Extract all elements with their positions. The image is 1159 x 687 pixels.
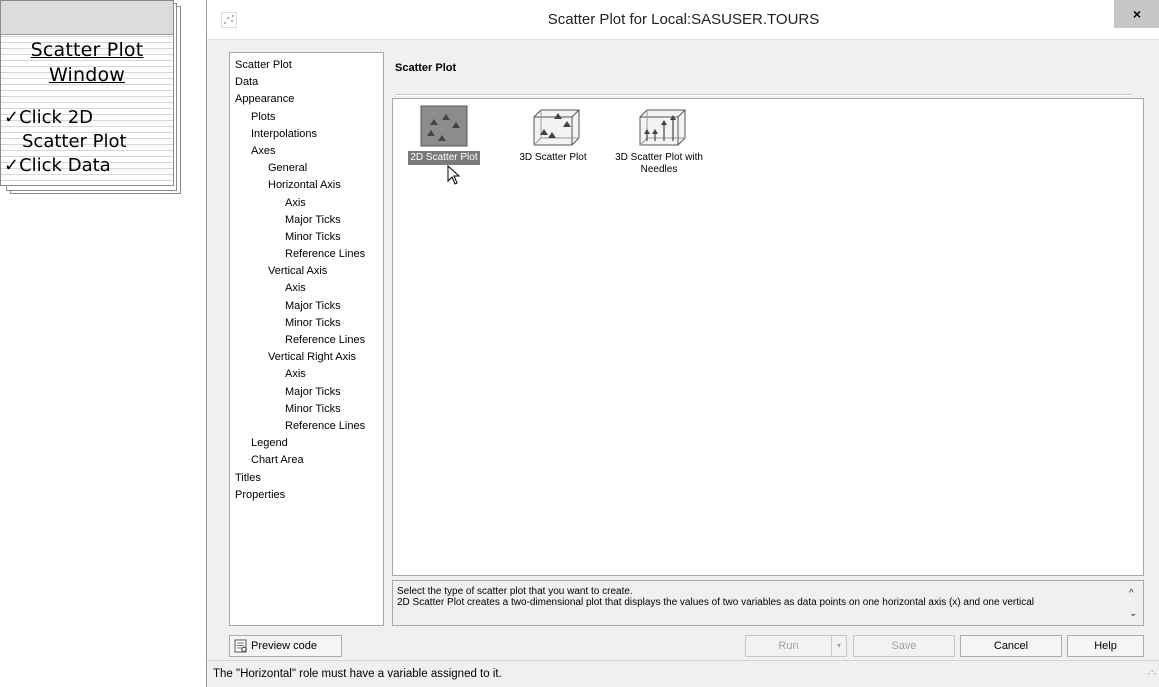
help-button[interactable]: Help (1067, 635, 1144, 657)
nav-item-titles[interactable]: Titles (230, 470, 383, 487)
nav-item-minor-ticks[interactable]: Minor Ticks (230, 401, 383, 418)
plot-type-gallery: 2D Scatter Plot 3D Scatter Plot 3D Scatt… (392, 98, 1144, 576)
scroll-down-icon[interactable]: ⌄ (1129, 608, 1137, 619)
nav-item-axis[interactable]: Axis (230, 366, 383, 383)
dialog-title: Scatter Plot for Local:SASUSER.TOURS (547, 11, 820, 28)
nav-item-properties[interactable]: Properties (230, 487, 383, 504)
nav-item-reference-lines[interactable]: Reference Lines (230, 332, 383, 349)
nav-item-legend[interactable]: Legend (230, 435, 383, 452)
nav-item-general[interactable]: General (230, 160, 383, 177)
nav-item-horizontal-axis[interactable]: Horizontal Axis (230, 177, 383, 194)
nav-item-minor-ticks[interactable]: Minor Ticks (230, 229, 383, 246)
navigation-tree[interactable]: Scatter Plot Data Appearance Plots Interpola… (229, 52, 384, 626)
note-step-1: ✓Click 2D (4, 106, 93, 130)
section-divider (395, 94, 1132, 96)
nav-item-axes[interactable]: Axes (230, 143, 383, 160)
note-step-text: Scatter Plot (22, 131, 127, 152)
note-title: Scatter Plot Window (0, 38, 174, 88)
nav-item-appearance[interactable]: Appearance (230, 91, 383, 108)
preview-code-label: Preview code (251, 640, 318, 652)
plot-type-label: 2D Scatter Plot (408, 151, 480, 165)
note-title-line1: Scatter Plot (30, 39, 144, 61)
section-title: Scatter Plot (395, 62, 457, 74)
status-bar: The "Horizontal" role must have a variab… (207, 660, 1159, 687)
note-step-text: Click 2D (19, 107, 94, 128)
note-step-2: ✓Click Data (4, 154, 111, 178)
resize-grip-icon[interactable]: ⠠⠢ (1144, 659, 1157, 685)
nav-item-reference-lines[interactable]: Reference Lines (230, 418, 383, 435)
save-button[interactable]: Save (853, 635, 955, 657)
nav-item-major-ticks[interactable]: Major Ticks (230, 212, 383, 229)
nav-item-plots[interactable]: Plots (230, 109, 383, 126)
nav-item-scatter-plot[interactable]: Scatter Plot (230, 57, 383, 74)
instruction-note: Scatter Plot Window ✓Click 2D Scatter Pl… (0, 0, 182, 196)
check-mark-icon: ✓ (4, 155, 20, 176)
nav-item-reference-lines[interactable]: Reference Lines (230, 246, 383, 263)
nav-item-data[interactable]: Data (230, 74, 383, 91)
nav-item-axis[interactable]: Axis (230, 195, 383, 212)
plot-type-label: 3D Scatter Plot (519, 152, 587, 163)
scatter-plot-dialog: Scatter Plot for Local:SASUSER.TOURS × S… (206, 0, 1159, 687)
plot-type-3d-scatter-needles[interactable]: 3D Scatter Plot with Needles (605, 105, 713, 177)
title-bar[interactable]: Scatter Plot for Local:SASUSER.TOURS × (207, 0, 1159, 40)
preview-code-button[interactable]: Preview code (229, 635, 342, 657)
check-mark-icon: ✓ (4, 107, 20, 128)
description-line-1: Select the type of scatter plot that you… (397, 586, 633, 597)
nav-item-interpolations[interactable]: Interpolations (230, 126, 383, 143)
run-dropdown-icon[interactable]: ▾ (831, 635, 847, 657)
nav-item-major-ticks[interactable]: Major Ticks (230, 384, 383, 401)
cancel-button[interactable]: Cancel (960, 635, 1062, 657)
status-message: The "Horizontal" role must have a variab… (213, 668, 502, 680)
description-line-2: 2D Scatter Plot creates a two-dimensiona… (397, 597, 1035, 608)
note-header-band (1, 1, 173, 35)
nav-item-major-ticks[interactable]: Major Ticks (230, 298, 383, 315)
note-step-text: Click Data (19, 155, 111, 176)
nav-item-vertical-axis[interactable]: Vertical Axis (230, 263, 383, 280)
note-step-1-cont: Scatter Plot (22, 130, 127, 154)
scatter-2d-icon (420, 105, 468, 147)
description-box: Select the type of scatter plot that you… (392, 580, 1144, 626)
plot-type-3d-scatter[interactable]: 3D Scatter Plot (511, 105, 595, 165)
scatter-3d-icon (533, 109, 580, 146)
scatter-3d-needles-icon (639, 109, 686, 146)
close-button[interactable]: × (1114, 0, 1159, 28)
run-button[interactable]: Run (745, 635, 832, 657)
plot-type-2d-scatter[interactable]: 2D Scatter Plot (403, 105, 485, 165)
nav-item-axis[interactable]: Axis (230, 280, 383, 297)
mouse-cursor-icon (447, 165, 461, 185)
note-title-line2: Window (48, 64, 126, 86)
scroll-up-icon[interactable]: ^ (1129, 588, 1134, 599)
nav-item-chart-area[interactable]: Chart Area (230, 452, 383, 469)
preview-code-icon (234, 639, 247, 653)
description-scrollbar[interactable]: ^ ⌄ (1125, 581, 1143, 625)
plot-type-label: 3D Scatter Plot with Needles (615, 152, 703, 175)
nav-item-minor-ticks[interactable]: Minor Ticks (230, 315, 383, 332)
nav-item-vertical-right-axis[interactable]: Vertical Right Axis (230, 349, 383, 366)
